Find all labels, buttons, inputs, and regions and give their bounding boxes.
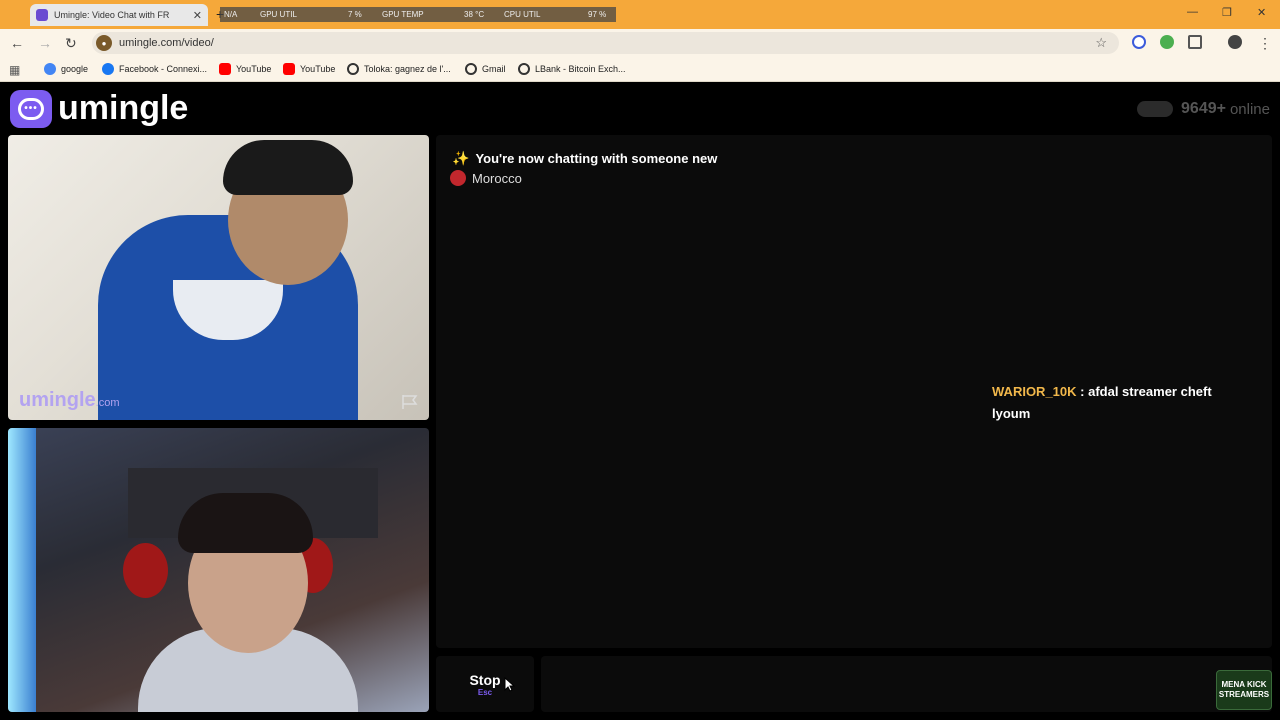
tab-close-icon[interactable]: ✕: [193, 9, 202, 22]
apps-grid-icon[interactable]: ▦: [9, 63, 20, 77]
globe-icon: [347, 63, 359, 75]
facebook-icon: [102, 63, 114, 75]
overlay-gpu-util-value: 7 %: [348, 10, 362, 19]
youtube-icon: [283, 63, 295, 75]
close-window-icon[interactable]: ✕: [1257, 6, 1266, 19]
bookmark-star-icon[interactable]: ☆: [1095, 35, 1107, 51]
profile-avatar[interactable]: [1228, 35, 1242, 49]
stream-badge: MENA KICK STREAMERS: [1216, 670, 1272, 710]
bookmark-item[interactable]: YouTube: [283, 63, 335, 75]
mouse-cursor-icon: [504, 677, 515, 692]
bookmark-label: Facebook - Connexi...: [119, 64, 208, 74]
stop-button[interactable]: Stop Esc: [436, 656, 534, 712]
minimize-icon[interactable]: —: [1187, 6, 1198, 18]
stop-shortcut: Esc: [477, 687, 493, 697]
bookmark-label: Gmail: [482, 64, 506, 74]
chat-status-text: You're now chatting with someone new: [475, 151, 718, 166]
reload-icon[interactable]: ↻: [65, 35, 77, 52]
bookmark-item[interactable]: Gmail: [465, 63, 506, 75]
extension-icon[interactable]: [1132, 35, 1146, 49]
bookmark-label: LBank - Bitcoin Exch...: [535, 64, 626, 74]
site-info-icon[interactable]: ●: [96, 35, 112, 51]
extension-icon[interactable]: [1160, 35, 1174, 49]
partner-country: Morocco: [450, 170, 522, 186]
report-flag-icon[interactable]: [401, 394, 419, 410]
online-label: online: [1229, 100, 1270, 118]
tab-title: Umingle: Video Chat with FR: [54, 10, 170, 20]
overlay-cpu-util-value: 97 %: [588, 10, 607, 19]
remote-video: umingle.com: [8, 135, 429, 420]
browser-tab-active[interactable]: Umingle: Video Chat with FR ✕: [30, 4, 208, 26]
stop-label: Stop: [469, 671, 501, 688]
overlay-cpu-util-label: CPU UTIL: [504, 10, 541, 19]
overlay-gpu-temp-label: GPU TEMP: [382, 10, 424, 19]
back-icon[interactable]: ←: [10, 35, 24, 51]
overlay-gpu-util-label: GPU UTIL: [260, 10, 297, 19]
address-bar-row: ← → ↻ ● umingle.com/video/ ☆: [0, 29, 1280, 57]
overlay-gpu-temp-value: 38 °C: [464, 10, 485, 19]
local-video: [8, 428, 429, 712]
online-indicator: 9649+ online: [1137, 100, 1270, 118]
bookmark-label: YouTube: [236, 64, 272, 74]
umingle-favicon-icon: [36, 9, 48, 21]
forward-icon[interactable]: →: [38, 35, 52, 51]
globe-icon: [518, 63, 530, 75]
site-logo[interactable]: ••• umingle: [10, 89, 188, 128]
morocco-flag-icon: [450, 170, 466, 186]
overlay-na: N/A: [224, 10, 238, 19]
overlay-username: WARIOR_10K: [992, 384, 1077, 399]
online-count: 9649+: [1181, 100, 1226, 117]
url-text[interactable]: umingle.com/video/: [119, 37, 214, 49]
bookmark-icon: [44, 63, 56, 75]
extensions-puzzle-icon[interactable]: [1188, 35, 1202, 49]
bookmark-item[interactable]: google: [44, 63, 88, 75]
browser-titlebar: Umingle: Video Chat with FR ✕ + N/A GPU …: [0, 0, 1280, 29]
badge-line-1: MENA KICK: [1221, 680, 1267, 689]
bookmark-label: Toloka: gagnez de l'...: [364, 64, 451, 74]
globe-icon: [465, 63, 477, 75]
chat-bubble-logo-icon: •••: [10, 89, 52, 128]
sparkle-icon: ✨: [452, 150, 470, 166]
umingle-page: ••• umingle 9649+ online umingle.com ✨ Y…: [0, 83, 1280, 720]
bookmark-item[interactable]: YouTube: [219, 63, 271, 75]
badge-line-2: STREAMERS: [1218, 690, 1270, 699]
chat-panel: ✨ You're now chatting with someone new M…: [436, 135, 1272, 648]
online-toggle[interactable]: [1137, 101, 1174, 117]
omnibox[interactable]: ● umingle.com/video/ ☆: [92, 32, 1119, 54]
youtube-icon: [219, 63, 231, 75]
chat-status-message: ✨ You're now chatting with someone new: [452, 150, 717, 167]
bookmark-item[interactable]: Toloka: gagnez de l'...: [347, 63, 451, 75]
performance-overlay: N/A GPU UTIL 7 % GPU TEMP 38 °C CPU UTIL…: [220, 7, 616, 22]
message-input[interactable]: [541, 656, 1272, 712]
bookmarks-bar: ▦ google Facebook - Connexi... YouTube Y…: [0, 57, 1280, 82]
video-watermark: umingle.com: [19, 389, 120, 411]
browser-menu-icon[interactable]: ⋮: [1258, 35, 1272, 52]
bookmark-label: google: [61, 64, 89, 74]
bookmark-item[interactable]: LBank - Bitcoin Exch...: [518, 63, 626, 75]
country-name: Morocco: [472, 170, 522, 186]
stream-chat-overlay: WARIOR_10K : afdal streamer cheft lyoum: [992, 381, 1232, 425]
logo-text: umingle: [58, 89, 189, 127]
bookmark-label: YouTube: [300, 64, 336, 74]
restore-icon[interactable]: ❐: [1222, 6, 1232, 19]
bookmark-item[interactable]: Facebook - Connexi...: [102, 63, 207, 75]
